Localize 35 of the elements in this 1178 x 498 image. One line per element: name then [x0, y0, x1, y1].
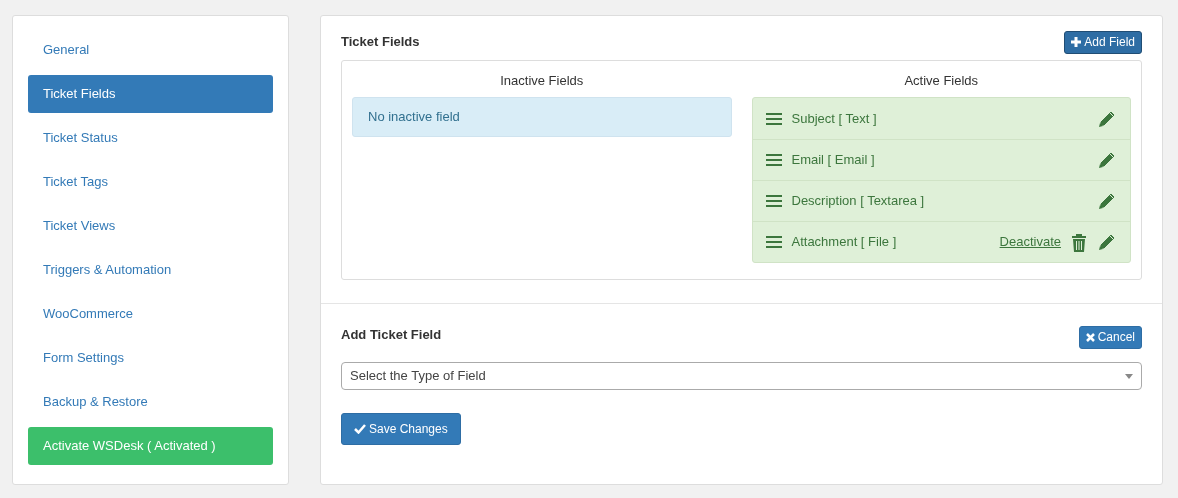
sidebar-item[interactable]: Ticket Fields [28, 75, 273, 113]
sidebar-item[interactable]: WooCommerce [28, 295, 273, 333]
add-field-button[interactable]: Add Field [1064, 30, 1142, 54]
field-type-select[interactable]: Select the Type of Field [341, 362, 1142, 390]
sidebar-item[interactable]: Form Settings [28, 339, 273, 377]
column-heading: Inactive Fields [499, 72, 585, 90]
field-label: Subject [ Text ] [791, 109, 878, 128]
drag-handle-icon[interactable] [765, 154, 782, 166]
section-title: Add Ticket Field [341, 326, 442, 345]
section-title: Ticket Fields [341, 33, 420, 52]
pencil-icon[interactable] [1097, 150, 1117, 170]
drag-handle-icon[interactable] [765, 195, 782, 207]
field-label: Description [ Textarea ] [791, 192, 926, 211]
field-label: Attachment [ File ] [791, 233, 898, 252]
drag-handle-icon[interactable] [765, 112, 782, 125]
drag-handle-icon[interactable] [765, 236, 782, 248]
cancel-button[interactable]: Cancel [1078, 325, 1142, 349]
empty-message: No inactive field [352, 97, 732, 137]
column-heading: Active Fields [903, 72, 980, 90]
sidebar-item[interactable]: Ticket Views [28, 207, 273, 245]
sidebar-item[interactable]: Ticket Tags [28, 163, 273, 201]
check-icon [354, 424, 366, 434]
sidebar-item[interactable]: Ticket Status [28, 119, 273, 157]
sidebar-item[interactable]: Backup & Restore [28, 383, 273, 421]
sidebar-item[interactable]: Triggers & Automation [28, 251, 273, 289]
sidebar-item[interactable]: General [28, 31, 273, 69]
plus-icon [1071, 37, 1082, 47]
caret-icon [1125, 373, 1133, 379]
pencil-icon[interactable] [1097, 232, 1117, 252]
trash-icon[interactable] [1071, 232, 1087, 252]
close-icon [1085, 332, 1095, 342]
pencil-icon[interactable] [1097, 191, 1117, 211]
deactivate-link[interactable]: Deactivate [999, 232, 1061, 252]
field-label: Email [ Email ] [791, 151, 876, 170]
save-changes-button[interactable]: Save Changes [341, 413, 461, 445]
